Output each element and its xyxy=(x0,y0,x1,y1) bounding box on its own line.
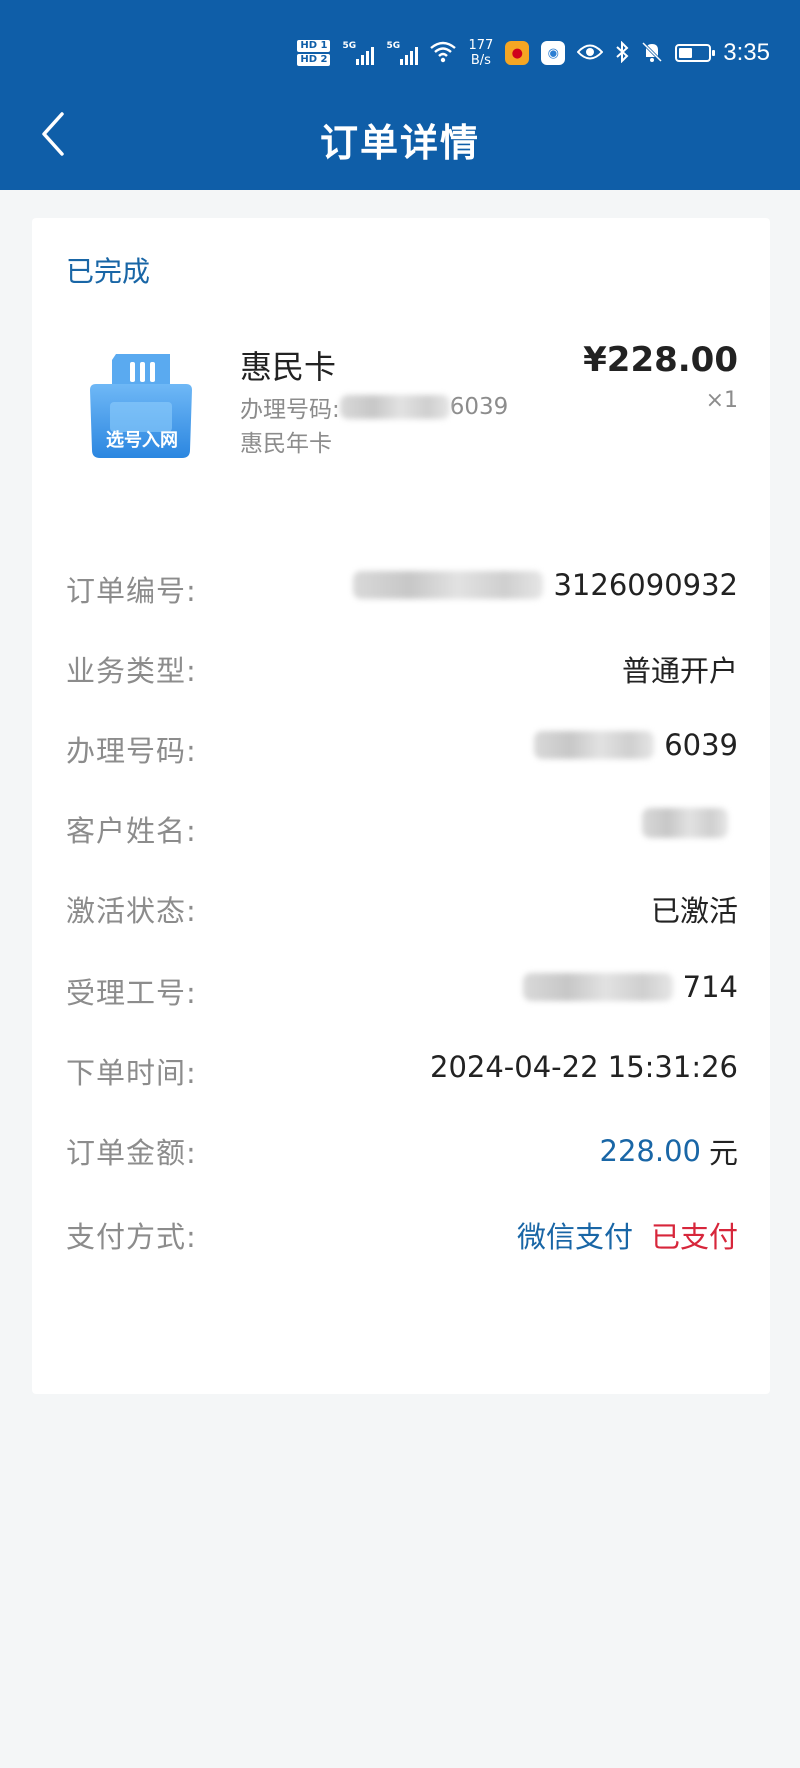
hd2-label: HD 2 xyxy=(297,54,331,66)
redacted-name xyxy=(642,808,728,838)
redacted-value xyxy=(534,731,655,759)
speed-value: 177 xyxy=(468,38,494,53)
payment-status: 已支付 xyxy=(650,1220,738,1254)
detail-label: 业务类型: xyxy=(66,654,197,688)
network-speed: 177 B/s xyxy=(468,38,493,68)
clock: 3:35 xyxy=(723,39,770,66)
detail-label: 订单金额: xyxy=(66,1136,197,1170)
product-item[interactable]: 选号入网 惠民卡 办理号码: 6039 惠民年卡 ¥228.00 ×1 xyxy=(32,328,770,478)
order-status: 已完成 xyxy=(66,255,151,288)
detail-value: 714 xyxy=(682,970,738,1004)
detail-value-wrap: 228.00 元 xyxy=(600,1130,739,1172)
detail-value: 普通开户 xyxy=(621,654,738,688)
app-header: HD 1 HD 2 5G 5G 177 B/s ● ◉ 3:35 订单详情 xyxy=(0,0,800,190)
order-amount: 228.00 xyxy=(599,1134,701,1168)
weibo-icon: ● xyxy=(505,41,530,65)
detail-value: 3126090932 xyxy=(553,568,738,602)
hd1-label: HD 1 xyxy=(297,40,331,52)
detail-value: 2024-04-22 15:31:26 xyxy=(430,1050,738,1084)
hd-indicator: HD 1 HD 2 xyxy=(297,40,331,66)
detail-row-business-type: 业务类型: 普通开户 xyxy=(32,638,770,698)
product-name: 惠民卡 xyxy=(240,348,337,386)
detail-row-operator-id: 受理工号: 714 xyxy=(32,960,770,1020)
product-number-label: 办理号码: xyxy=(240,397,340,423)
bell-off-icon xyxy=(641,41,663,66)
detail-row-customer-name: 客户姓名: xyxy=(32,798,770,858)
eye-icon xyxy=(576,43,604,64)
detail-label: 下单时间: xyxy=(66,1056,197,1090)
detail-value-wrap: 714 xyxy=(522,970,738,1004)
detail-row-payment-method: 支付方式: 微信支付 已支付 xyxy=(32,1204,770,1264)
detail-value-wrap xyxy=(642,808,738,838)
speed-unit: B/s xyxy=(470,53,491,68)
payment-method: 微信支付 xyxy=(516,1220,633,1254)
detail-label: 受理工号: xyxy=(66,976,197,1010)
detail-label: 办理号码: xyxy=(66,734,197,768)
detail-value-wrap: 6039 xyxy=(534,728,738,762)
detail-label: 支付方式: xyxy=(66,1220,197,1254)
bluetooth-icon xyxy=(615,40,629,66)
product-price: ¥228.00 xyxy=(583,340,738,380)
sim1-network-label: 5G xyxy=(342,41,357,51)
detail-row-order-time: 下单时间: 2024-04-22 15:31:26 xyxy=(32,1040,770,1100)
detail-row-order-number: 订单编号: 3126090932 xyxy=(32,558,770,618)
product-number-line: 办理号码: 6039 xyxy=(240,390,508,424)
detail-value: 6039 xyxy=(664,728,738,762)
activation-status: 已激活 xyxy=(650,894,738,928)
battery-icon xyxy=(675,44,716,62)
detail-label: 激活状态: xyxy=(66,894,197,928)
detail-row-order-amount: 订单金额: 228.00 元 xyxy=(32,1120,770,1180)
product-quantity: ×1 xyxy=(705,388,738,413)
order-detail-card: 已完成 选号入网 惠民卡 办理号码: 6039 惠民年卡 ¥228.00 ×1 … xyxy=(32,218,770,1394)
battery-level xyxy=(679,48,693,58)
redacted-value xyxy=(522,973,673,1001)
detail-value-wrap: 微信支付 已支付 xyxy=(517,1214,738,1256)
sim-card-icon: 选号入网 xyxy=(84,346,198,462)
signal-icon-sim2: 5G xyxy=(386,41,419,65)
product-number-tail: 6039 xyxy=(449,394,509,420)
browser-icon: ◉ xyxy=(541,41,566,65)
product-plan: 惠民年卡 xyxy=(240,431,332,457)
redacted-number xyxy=(339,395,450,419)
status-bar: HD 1 HD 2 5G 5G 177 B/s ● ◉ 3:35 xyxy=(270,30,770,76)
sim2-network-label: 5G xyxy=(386,41,401,51)
wifi-icon xyxy=(430,41,457,66)
page-title: 订单详情 xyxy=(319,121,480,165)
detail-label: 客户姓名: xyxy=(66,814,197,848)
redacted-value xyxy=(353,571,544,599)
detail-row-activation-status: 激活状态: 已激活 xyxy=(32,878,770,938)
detail-label: 订单编号: xyxy=(66,574,197,608)
detail-row-phone-number: 办理号码: 6039 xyxy=(32,718,770,778)
product-image-label: 选号入网 xyxy=(106,430,178,451)
signal-icon-sim1: 5G xyxy=(342,41,375,65)
currency-unit: 元 xyxy=(708,1136,738,1170)
detail-value-wrap: 3126090932 xyxy=(353,568,738,602)
